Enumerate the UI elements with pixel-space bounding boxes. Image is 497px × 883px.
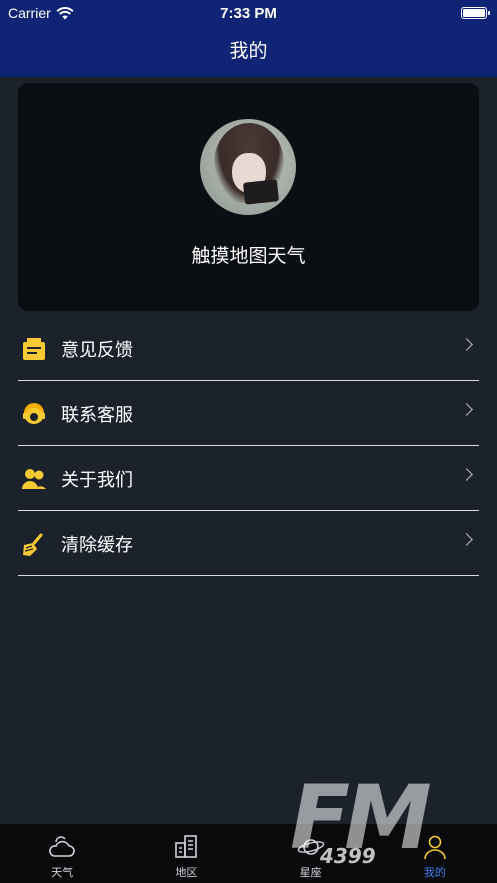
tab-region[interactable]: 地区 — [124, 824, 248, 883]
menu-item-about-us[interactable]: 关于我们 — [18, 446, 479, 511]
profile-name: 触摸地图天气 — [191, 245, 306, 267]
settings-menu: 意见反馈 联系客服 关于我们 清除缓存 — [18, 316, 479, 576]
battery-icon — [461, 7, 490, 19]
menu-item-label: 意见反馈 — [61, 340, 133, 361]
weather-icon — [49, 836, 75, 857]
tab-label: 地区 — [175, 866, 198, 879]
feedback-icon — [23, 338, 45, 360]
header: Carrier 7:33 PM 我的 — [0, 0, 497, 77]
tab-constellation[interactable]: 星座 — [249, 824, 373, 883]
tab-profile[interactable]: 我的 — [373, 824, 497, 883]
customer-service-icon — [23, 403, 45, 424]
page-title: 我的 — [229, 40, 268, 62]
constellation-icon — [297, 839, 324, 855]
menu-item-label: 清除缓存 — [61, 535, 133, 556]
chevron-right-icon — [460, 533, 473, 546]
menu-item-label: 关于我们 — [61, 470, 133, 491]
profile-card[interactable]: 触摸地图天气 — [18, 83, 479, 311]
tab-label: 天气 — [51, 866, 74, 879]
tab-bar: 天气 地区 星座 我的 — [0, 824, 497, 883]
menu-item-clear-cache[interactable]: 清除缓存 — [18, 511, 479, 576]
avatar[interactable] — [200, 119, 296, 215]
broom-icon — [23, 533, 43, 556]
about-us-icon — [22, 469, 46, 489]
status-bar: Carrier 7:33 PM — [0, 0, 497, 26]
tab-label: 星座 — [299, 866, 322, 879]
menu-item-feedback[interactable]: 意见反馈 — [18, 316, 479, 381]
chevron-right-icon — [460, 403, 473, 416]
tab-weather[interactable]: 天气 — [0, 824, 124, 883]
region-icon — [175, 835, 198, 858]
profile-icon — [424, 835, 446, 860]
menu-item-customer-service[interactable]: 联系客服 — [18, 381, 479, 446]
chevron-right-icon — [460, 338, 473, 351]
tab-label: 我的 — [423, 866, 446, 879]
status-time: 7:33 PM — [220, 5, 277, 22]
menu-item-label: 联系客服 — [61, 405, 133, 426]
chevron-right-icon — [460, 468, 473, 481]
